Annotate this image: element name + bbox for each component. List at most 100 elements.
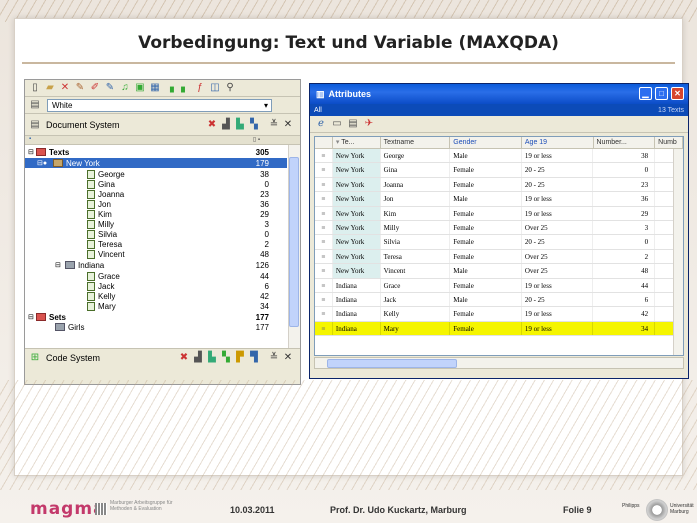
cell-gender[interactable]: Male: [450, 292, 522, 307]
cell-age[interactable]: 19 or less: [522, 149, 594, 163]
tree-item-set[interactable]: Girls 177: [25, 323, 287, 331]
cell-textname[interactable]: Silvia: [381, 235, 451, 249]
search-icon[interactable]: ⚲: [224, 82, 236, 94]
cell-textname[interactable]: Grace: [381, 278, 451, 292]
cell-age[interactable]: 19 or less: [522, 307, 594, 321]
cell-group[interactable]: Indiana: [333, 307, 381, 321]
column-header[interactable]: Age 19: [522, 137, 594, 148]
table-row[interactable]: ≡ New York Vincent Male Over 25 48: [315, 264, 683, 279]
cell-gender[interactable]: Female: [450, 235, 522, 249]
table-row[interactable]: ≡ New York George Male 19 or less 38: [315, 149, 683, 164]
highlight-icon[interactable]: ✐: [89, 82, 101, 94]
row-handle-icon[interactable]: ≡: [315, 206, 333, 220]
cell-gender[interactable]: Male: [450, 149, 522, 163]
tree-scroll-thumb[interactable]: [289, 157, 299, 327]
table-row[interactable]: ≡ Indiana Grace Female 19 or less 44: [315, 278, 683, 293]
marker-icon[interactable]: ▖: [179, 82, 191, 94]
cell-number[interactable]: 38: [593, 149, 656, 163]
cell-gender[interactable]: Male: [450, 264, 522, 278]
cell-group[interactable]: New York: [332, 206, 381, 220]
close-icon[interactable]: ✕: [282, 352, 294, 364]
table-row[interactable]: ≡ Indiana Mary Female 19 or less 34: [315, 321, 683, 337]
cell-number[interactable]: 36: [593, 192, 656, 206]
tree-item-doc[interactable]: Mary 34: [25, 301, 287, 311]
delete-icon[interactable]: ✕: [59, 82, 71, 94]
cell-gender[interactable]: Female: [450, 321, 522, 336]
cell-age[interactable]: Over 25: [522, 249, 594, 264]
cell-textname[interactable]: Gina: [381, 163, 451, 177]
row-handle-icon[interactable]: ≡: [315, 264, 333, 278]
tree-item-doc[interactable]: George 38: [25, 169, 287, 179]
column-header[interactable]: ▾ Te...: [333, 137, 381, 148]
column-header[interactable]: Textname: [381, 137, 451, 148]
cell-textname[interactable]: Teresa: [381, 249, 451, 264]
list-icon[interactable]: ▤: [347, 118, 359, 130]
table-row[interactable]: ≡ Indiana Kelly Female 19 or less 42: [315, 307, 683, 322]
cell-number[interactable]: 42: [593, 307, 656, 321]
close-icon[interactable]: ✕: [282, 119, 294, 131]
row-handle-icon[interactable]: ≡: [315, 292, 333, 307]
close-icon[interactable]: ✕: [671, 87, 684, 100]
cell-group[interactable]: New York: [332, 177, 381, 192]
cell-gender[interactable]: Female: [450, 163, 522, 177]
cell-textname[interactable]: Jack: [381, 292, 451, 307]
row-handle-icon[interactable]: ≡: [315, 249, 333, 264]
row-handle-icon[interactable]: ≡: [315, 307, 333, 321]
code-icon[interactable]: ▚: [220, 352, 232, 364]
tree-item-doc[interactable]: Teresa 2: [25, 239, 287, 249]
cell-gender[interactable]: Female: [450, 206, 522, 220]
cell-group[interactable]: New York: [332, 192, 381, 206]
cell-age[interactable]: 20 - 25: [522, 292, 594, 307]
tree-item-doc[interactable]: Jon 36: [25, 199, 287, 209]
cell-gender[interactable]: Female: [450, 278, 522, 292]
tree-item-group-1[interactable]: ⊟ Indiana 126: [25, 260, 287, 270]
table-row[interactable]: ≡ New York Joanna Female 20 - 25 23: [315, 177, 683, 193]
row-handle-icon[interactable]: ≡: [315, 149, 333, 163]
collapse-toggle-icon[interactable]: ⊟●: [37, 159, 53, 167]
pencil-icon[interactable]: ✎: [74, 82, 86, 94]
cell-age[interactable]: Over 25: [522, 264, 594, 278]
color-picker-icon[interactable]: ▤: [29, 99, 41, 111]
cell-group[interactable]: New York: [332, 163, 381, 177]
cell-number[interactable]: 23: [593, 177, 656, 192]
cell-textname[interactable]: Kim: [381, 206, 451, 220]
new-attribute-icon[interactable]: ℯ: [315, 118, 327, 130]
collapse-toggle-icon[interactable]: ⊟: [28, 148, 36, 156]
cell-textname[interactable]: Milly: [381, 220, 451, 235]
table-row[interactable]: ≡ New York Gina Female 20 - 25 0: [315, 163, 683, 178]
run-icon[interactable]: ✈: [363, 118, 375, 130]
document-icon[interactable]: ▣: [134, 82, 146, 94]
cell-textname[interactable]: Mary: [381, 321, 451, 336]
collapse-icon[interactable]: ≚: [268, 119, 280, 131]
print-icon[interactable]: ▟: [192, 352, 204, 364]
row-handle-icon[interactable]: ≡: [315, 278, 333, 292]
collapse-toggle-icon[interactable]: ⊟: [28, 313, 36, 321]
row-handle-icon[interactable]: ≡: [315, 192, 333, 206]
minimize-icon[interactable]: ▁: [639, 87, 652, 100]
cell-number[interactable]: 0: [593, 235, 656, 249]
cell-number[interactable]: 34: [593, 321, 656, 336]
import-icon[interactable]: ▚: [248, 119, 260, 131]
copy-icon[interactable]: ▭: [331, 118, 343, 130]
cell-textname[interactable]: Kelly: [381, 307, 451, 321]
column-header[interactable]: [315, 137, 333, 148]
delete-icon[interactable]: ✖: [206, 119, 218, 131]
cell-group[interactable]: New York: [332, 249, 381, 264]
function-icon[interactable]: ƒ: [194, 82, 206, 94]
tree-item-doc[interactable]: Grace 44: [25, 271, 287, 281]
table-row[interactable]: ≡ Indiana Jack Male 20 - 25 6: [315, 292, 683, 308]
table-h-scrollbar[interactable]: [314, 357, 684, 369]
cell-age[interactable]: Over 25: [522, 220, 594, 235]
cell-number[interactable]: 44: [593, 278, 656, 292]
cell-group[interactable]: New York: [332, 220, 381, 235]
tree-item-doc[interactable]: Kim 29: [25, 209, 287, 219]
cell-group[interactable]: New York: [332, 149, 381, 163]
color-select[interactable]: White ▾: [47, 98, 272, 112]
table-h-scroll-thumb[interactable]: [327, 359, 457, 368]
row-handle-icon[interactable]: ≡: [315, 177, 333, 192]
cell-gender[interactable]: Female: [450, 307, 522, 321]
column-header[interactable]: Number...: [594, 137, 656, 148]
table-row[interactable]: ≡ New York Teresa Female Over 25 2: [315, 249, 683, 265]
window-icon[interactable]: ◫: [209, 82, 221, 94]
cell-group[interactable]: New York: [332, 264, 381, 278]
